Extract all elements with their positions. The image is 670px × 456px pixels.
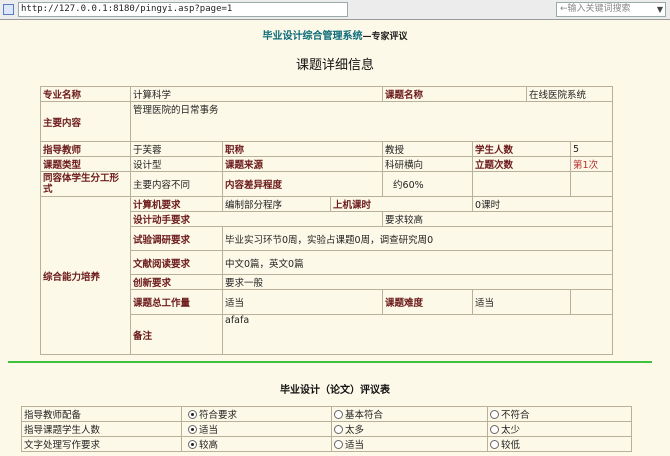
times-label: 立题次数 <box>472 156 572 172</box>
eval-option[interactable]: 较高 <box>181 436 332 452</box>
major-value: 计算科学 <box>129 86 384 102</box>
workload-label: 课题总工作量 <box>130 289 223 315</box>
job-title-label: 职称 <box>221 141 384 157</box>
machine-value: 0课时 <box>472 196 614 212</box>
chevron-down-icon[interactable]: ▼ <box>657 3 663 16</box>
page-icon <box>3 4 14 15</box>
eval-row-label: 文字处理写作要求 <box>21 436 182 452</box>
content-value: 管理医院的日常事务 <box>129 101 614 142</box>
times-value: 第1次 <box>570 156 614 172</box>
empty-cell <box>472 171 572 197</box>
radio-icon[interactable] <box>490 440 499 449</box>
empty-cell <box>570 289 614 315</box>
students-label: 学生人数 <box>472 141 572 157</box>
literature-value: 中文0篇，英文0篇 <box>221 250 614 275</box>
eval-option[interactable]: 不符合 <box>487 406 632 422</box>
empty-cell <box>570 171 614 197</box>
computer-label: 计算机要求 <box>130 196 223 212</box>
address-bar: http://127.0.0.1:8180/pingyi.asp?page=1 … <box>0 0 670 20</box>
divider <box>8 361 652 363</box>
search-placeholder: ←输入关键词搜索 <box>560 4 631 14</box>
literature-label: 文献阅读要求 <box>130 250 223 275</box>
split-label: 同容体学生分工形式 <box>40 171 131 197</box>
eval-option[interactable]: 太多 <box>331 421 488 437</box>
type-label: 课题类型 <box>40 156 131 172</box>
radio-icon[interactable] <box>334 410 343 419</box>
type-value: 设计型 <box>130 156 223 172</box>
radio-selected-icon[interactable] <box>188 410 197 419</box>
difficulty-label: 课题难度 <box>382 289 474 315</box>
radio-selected-icon[interactable] <box>188 425 197 434</box>
remark-label: 备注 <box>130 314 223 355</box>
experiment-label: 试验调研要求 <box>130 226 223 251</box>
topic-label: 课题名称 <box>382 86 528 102</box>
source-value: 科研横向 <box>382 156 474 172</box>
radio-icon[interactable] <box>334 440 343 449</box>
job-title-value: 教授 <box>382 141 474 157</box>
radio-icon[interactable] <box>334 425 343 434</box>
split-value: 主要内容不同 <box>130 171 223 197</box>
topic-info-table: 专业名称 计算科学 课题名称 在线医院系统 主要内容 管理医院的日常事务 指导教… <box>40 86 614 355</box>
computer-value: 编制部分程序 <box>222 196 331 212</box>
content-label: 主要内容 <box>40 101 131 142</box>
url-field[interactable]: http://127.0.0.1:8180/pingyi.asp?page=1 <box>18 2 348 17</box>
difficulty-value: 适当 <box>472 289 572 315</box>
source-label: 课题来源 <box>221 156 384 172</box>
advisor-label: 指导教师 <box>40 141 131 157</box>
search-field[interactable]: ←输入关键词搜索 ▼ <box>556 2 666 17</box>
topic-value: 在线医院系统 <box>526 86 614 102</box>
eval-option[interactable]: 基本符合 <box>331 406 488 422</box>
radio-icon[interactable] <box>490 425 499 434</box>
advisor-value: 于芙蓉 <box>130 141 223 157</box>
workload-value: 适当 <box>221 289 384 315</box>
radio-icon[interactable] <box>490 410 499 419</box>
machine-label: 上机课时 <box>329 196 474 212</box>
innovation-label: 创新要求 <box>130 274 223 290</box>
eval-option[interactable]: 符合要求 <box>181 406 332 422</box>
diff-label: 内容差异程度 <box>221 171 384 197</box>
ability-label: 综合能力培养 <box>40 196 131 355</box>
students-value: 5 <box>570 141 614 157</box>
remark-value: afafa <box>221 314 614 355</box>
radio-selected-icon[interactable] <box>188 440 197 449</box>
system-title: 毕业设计综合管理系统—专家评议 <box>262 31 408 42</box>
diff-value: 约60% <box>382 171 474 197</box>
eval-row-label: 指导课题学生人数 <box>21 421 182 437</box>
eval-option[interactable]: 较低 <box>487 436 632 452</box>
evaluation-title: 毕业设计（论文）评议表 <box>280 385 390 396</box>
eval-option[interactable]: 适当 <box>181 421 332 437</box>
eval-option[interactable]: 适当 <box>331 436 488 452</box>
eval-row-label: 指导教师配备 <box>21 406 182 422</box>
major-label: 专业名称 <box>40 86 131 102</box>
evaluation-table: 指导教师配备 符合要求 基本符合 不符合 指导课题学生人数 适当 太多 太少 文… <box>21 406 632 452</box>
eval-option[interactable]: 太少 <box>487 421 632 437</box>
page-title: 课题详细信息 <box>295 58 374 73</box>
innovation-value: 要求一般 <box>221 274 614 290</box>
design-value: 要求较高 <box>382 211 614 227</box>
design-label: 设计动手要求 <box>129 211 384 227</box>
experiment-value: 毕业实习环节0周，实验占课题0周，调查研究周0 <box>221 226 614 251</box>
